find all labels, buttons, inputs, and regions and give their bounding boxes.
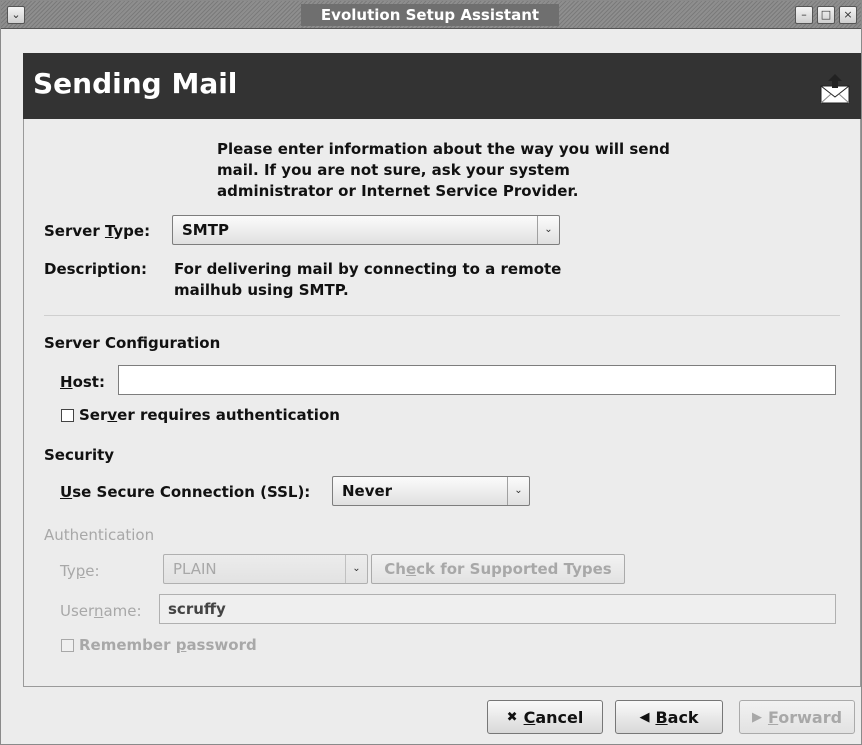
combo-arrow-icon: ⌄ <box>507 477 529 505</box>
content-panel: Please enter information about the way y… <box>23 119 861 687</box>
setup-assistant-window: ⌄ Evolution Setup Assistant – □ × Sendin… <box>0 0 862 745</box>
description-text: For delivering mail by connecting to a r… <box>174 260 562 299</box>
window-menu-button[interactable]: ⌄ <box>7 6 25 24</box>
server-type-value: SMTP <box>182 221 229 239</box>
maximize-button[interactable]: □ <box>817 6 835 24</box>
back-arrow-icon: ◀ <box>639 709 650 725</box>
cancel-icon: ✖ <box>506 709 518 725</box>
title-bar[interactable]: ⌄ Evolution Setup Assistant – □ × <box>1 1 861 29</box>
ssl-label: Use Secure Connection (SSL): <box>60 483 311 501</box>
divider <box>44 315 840 316</box>
forward-button[interactable]: ▶ Forward <box>739 700 855 734</box>
description-label: Description: <box>44 260 148 278</box>
chevron-down-icon: ⌄ <box>11 8 21 21</box>
ssl-select[interactable]: Never ⌄ <box>332 476 530 506</box>
auth-type-select[interactable]: PLAIN ⌄ <box>163 554 368 584</box>
remember-password-label[interactable]: Remember password <box>79 635 257 655</box>
back-button[interactable]: ◀ Back <box>615 700 723 734</box>
intro-text: Please enter information about the way y… <box>217 140 670 200</box>
host-field[interactable] <box>118 365 836 395</box>
ssl-value: Never <box>342 482 393 500</box>
username-input[interactable] <box>160 595 835 623</box>
envelope-send-icon <box>820 74 850 104</box>
combo-arrow-icon: ⌄ <box>345 555 367 583</box>
page-header: Sending Mail <box>23 53 861 119</box>
cancel-button[interactable]: ✖ Cancel <box>487 700 603 734</box>
host-input[interactable] <box>119 366 835 394</box>
server-auth-label[interactable]: Server requires authentication <box>79 405 340 425</box>
window-title: Evolution Setup Assistant <box>301 4 559 26</box>
minimize-icon: – <box>801 8 807 21</box>
maximize-icon: □ <box>820 8 832 21</box>
remember-password-checkbox[interactable] <box>61 639 74 652</box>
close-icon: × <box>843 8 853 21</box>
server-type-select[interactable]: SMTP ⌄ <box>172 215 560 245</box>
forward-arrow-icon: ▶ <box>751 709 762 725</box>
server-configuration-heading: Server Configuration <box>44 334 221 352</box>
username-field[interactable] <box>159 594 836 624</box>
server-type-label: Server Type: <box>44 222 151 240</box>
username-label: Username: <box>60 602 142 620</box>
check-supported-types-button[interactable]: Check for Supported Types <box>371 554 625 584</box>
close-button[interactable]: × <box>839 6 857 24</box>
minimize-button[interactable]: – <box>795 6 813 24</box>
server-auth-checkbox[interactable] <box>61 409 74 422</box>
host-label: Host: <box>60 373 105 391</box>
combo-arrow-icon: ⌄ <box>537 216 559 244</box>
page-title: Sending Mail <box>33 67 238 100</box>
auth-type-value: PLAIN <box>173 560 217 578</box>
authentication-heading: Authentication <box>44 526 155 544</box>
auth-type-label: Type: <box>60 562 100 580</box>
security-heading: Security <box>44 446 115 464</box>
